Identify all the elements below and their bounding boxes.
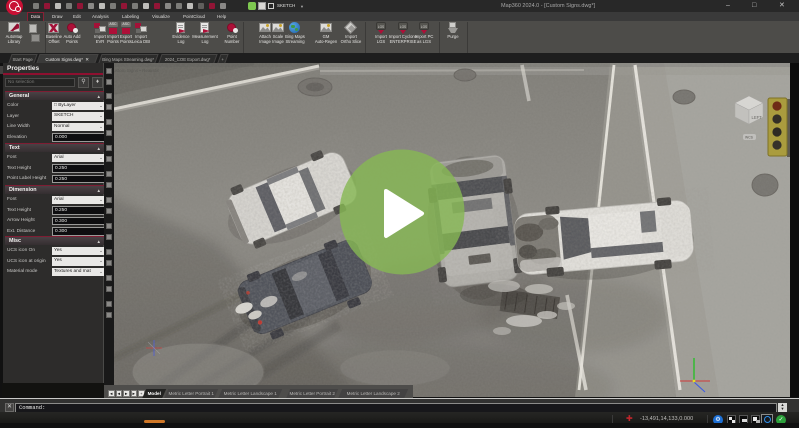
svg-text:LEFT: LEFT [752,115,763,120]
svg-text:Custom Signs • Realistic: Custom Signs • Realistic [110,68,160,73]
svg-text:WCS: WCS [745,136,754,140]
